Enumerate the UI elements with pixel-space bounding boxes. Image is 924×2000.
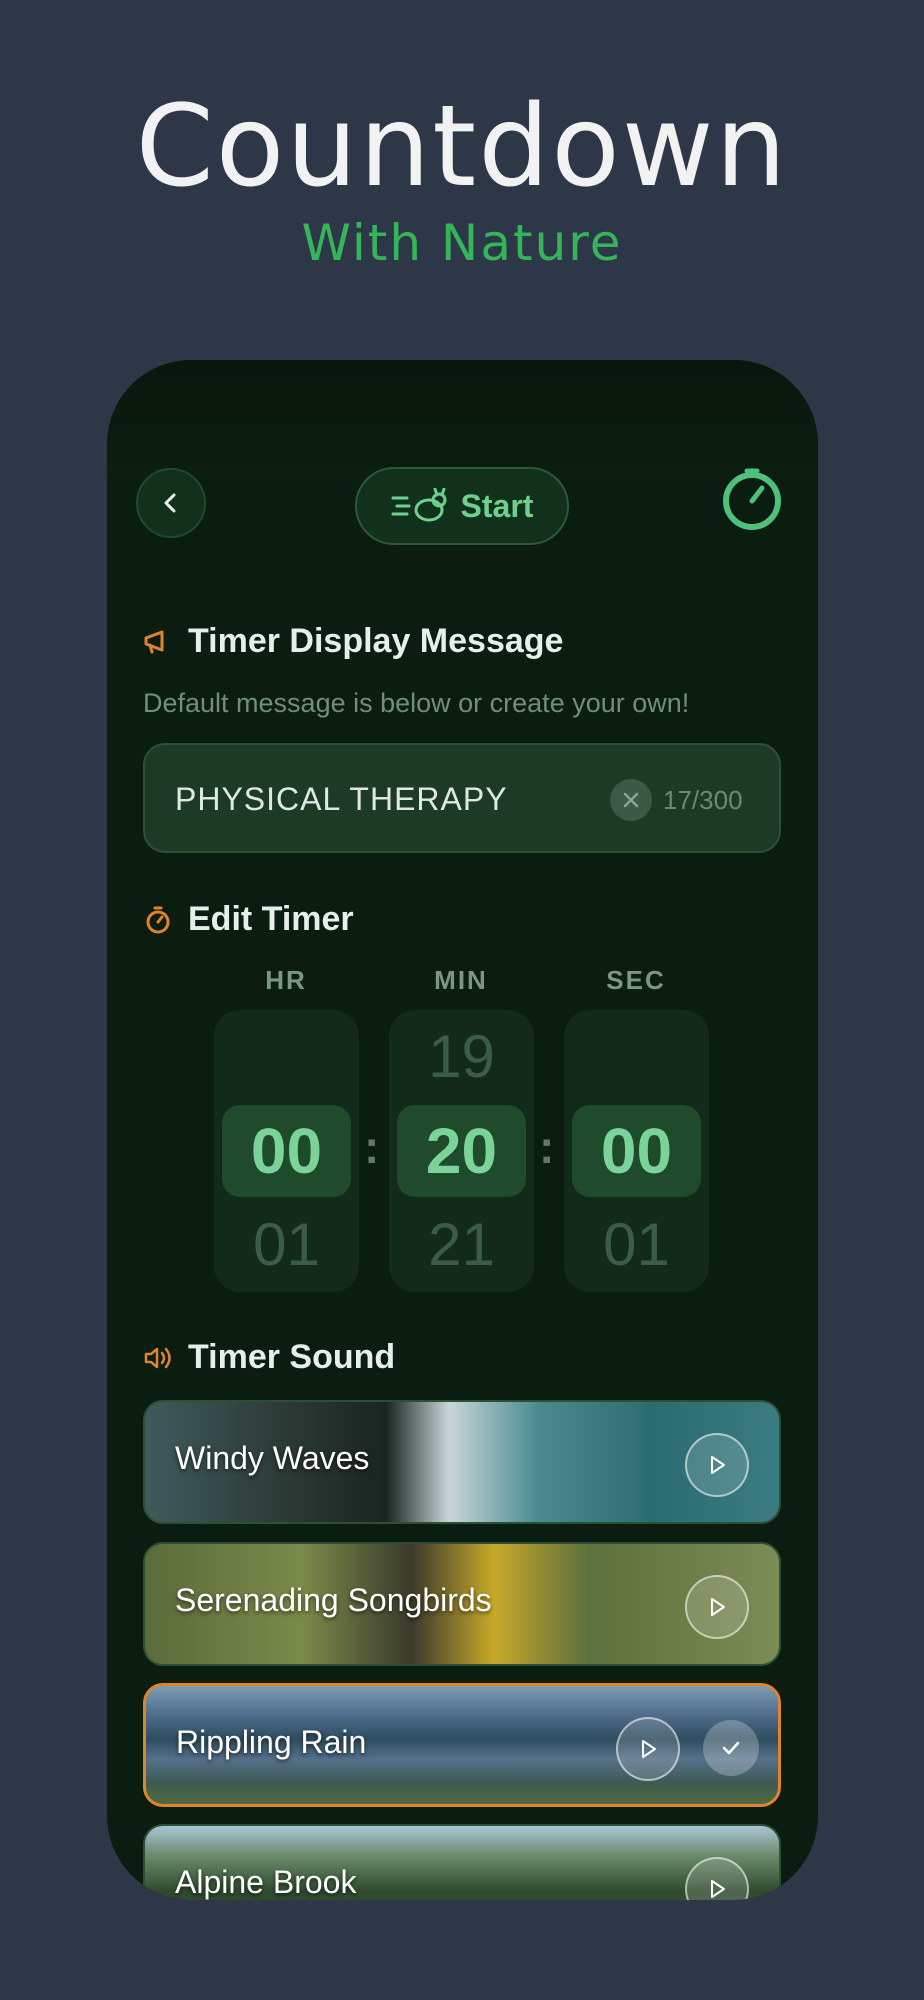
timer-section-title: Edit Timer xyxy=(142,900,354,939)
hour-next-value: 01 xyxy=(253,1211,320,1278)
sound-section-title: Timer Sound xyxy=(142,1338,395,1377)
play-icon xyxy=(642,1740,656,1758)
start-label: Start xyxy=(460,487,534,524)
sound-name: Serenading Songbirds xyxy=(175,1582,492,1618)
list-rabbit-icon xyxy=(391,488,447,522)
selected-check xyxy=(703,1720,759,1776)
hour-label: HR xyxy=(265,965,307,995)
minute-next-value: 21 xyxy=(428,1211,495,1278)
clear-button[interactable] xyxy=(610,779,652,821)
play-icon xyxy=(711,1880,725,1898)
hero-subtitle: With Nature xyxy=(301,214,623,272)
play-icon xyxy=(711,1456,725,1474)
hero-title: Countdown xyxy=(135,82,789,212)
sound-card-alpine-brook[interactable]: Alpine Brook xyxy=(143,1824,781,1900)
stopwatch-icon xyxy=(723,468,781,530)
second-label: SEC xyxy=(606,965,666,995)
second-picker[interactable]: 00 01 xyxy=(564,1010,709,1292)
sound-name: Windy Waves xyxy=(175,1440,370,1476)
play-icon xyxy=(711,1598,725,1616)
checkmark-icon xyxy=(722,1741,740,1755)
megaphone-icon xyxy=(144,630,164,653)
minute-picker[interactable]: 19 20 21 xyxy=(389,1010,534,1292)
minute-label: MIN xyxy=(434,965,488,995)
phone-screen: Start Timer Display Message Default mess… xyxy=(107,360,818,1900)
message-title-text: Timer Display Message xyxy=(188,622,564,660)
stopwatch-small-icon xyxy=(146,906,170,933)
separator: : xyxy=(539,1121,555,1173)
message-section-title: Timer Display Message xyxy=(142,622,563,661)
message-hint: Default message is below or create your … xyxy=(143,688,690,718)
sound-name: Rippling Rain xyxy=(176,1724,367,1760)
second-next-value: 01 xyxy=(603,1211,670,1278)
play-button[interactable] xyxy=(685,1575,749,1639)
second-current-value: 00 xyxy=(572,1105,701,1197)
minute-current-value: 20 xyxy=(397,1105,526,1197)
status-area xyxy=(107,360,818,480)
message-input[interactable]: PHYSICAL THERAPY 17/300 xyxy=(143,743,781,853)
hour-picker[interactable]: 00 01 xyxy=(214,1010,359,1292)
play-button[interactable] xyxy=(685,1433,749,1497)
close-icon xyxy=(623,792,639,808)
start-button[interactable]: Start xyxy=(355,467,569,545)
timer-button[interactable] xyxy=(719,466,785,532)
back-button[interactable] xyxy=(136,468,206,538)
sound-name: Alpine Brook xyxy=(175,1864,357,1900)
message-value: PHYSICAL THERAPY xyxy=(175,781,508,817)
chevron-left-icon xyxy=(164,493,176,513)
separator: : xyxy=(364,1121,380,1173)
sound-card-serenading-songbirds[interactable]: Serenading Songbirds xyxy=(143,1542,781,1666)
timer-title-text: Edit Timer xyxy=(188,900,354,938)
character-count: 17/300 xyxy=(663,785,743,815)
speaker-icon xyxy=(144,1347,171,1368)
sound-card-rippling-rain[interactable]: Rippling Rain xyxy=(143,1683,781,1807)
minute-prev-value: 19 xyxy=(428,1023,495,1090)
sound-title-text: Timer Sound xyxy=(188,1338,396,1376)
hour-current-value: 00 xyxy=(222,1105,351,1197)
sound-card-windy-waves[interactable]: Windy Waves xyxy=(143,1400,781,1524)
play-button[interactable] xyxy=(616,1717,680,1781)
play-button[interactable] xyxy=(685,1857,749,1900)
